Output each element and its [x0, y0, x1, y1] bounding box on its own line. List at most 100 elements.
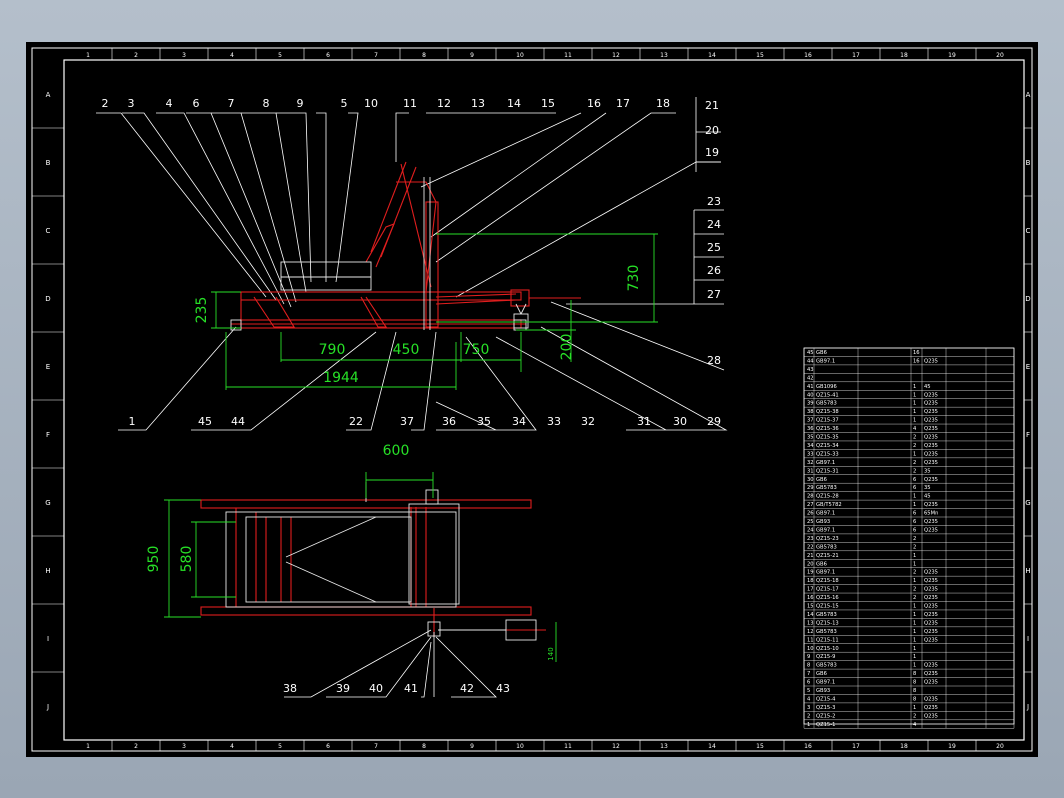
callout-40: 40	[369, 682, 383, 695]
callout-16: 16	[587, 97, 601, 110]
parts-cell: Q235	[924, 604, 938, 610]
parts-cell: QZ15-17	[816, 587, 839, 593]
dimension-730: 730	[626, 265, 642, 292]
parts-cell: 8	[913, 680, 916, 686]
callout-42: 42	[460, 682, 474, 695]
parts-cell: 29	[807, 485, 814, 491]
zone-column-label: 7	[374, 52, 378, 59]
zone-column-label: 2	[134, 743, 138, 750]
zone-column-label: 1	[86, 52, 90, 59]
zone-row-label: H	[1025, 567, 1030, 575]
zone-row-label: A	[46, 91, 51, 99]
parts-cell: QZ15-11	[816, 637, 839, 643]
parts-cell: QZ15-21	[816, 553, 839, 559]
zone-row-label: F	[46, 431, 50, 439]
dimension-140: 140	[547, 647, 555, 660]
dimension-580: 580	[179, 546, 195, 573]
parts-cell: 24	[807, 527, 814, 533]
zone-row-label: D	[1025, 295, 1030, 303]
parts-cell: Q235	[924, 409, 938, 415]
parts-cell: 6	[913, 511, 916, 517]
parts-cell: 9	[807, 654, 810, 660]
parts-cell: 13	[807, 620, 814, 626]
zone-rows-right: A B C D E F G H I J	[1024, 91, 1032, 711]
parts-cell: 14	[807, 612, 814, 618]
callout-6: 6	[193, 97, 200, 110]
drawing-viewport[interactable]: 1 2 3 4 5 6 7 8 9 10 11 12 13 14 15 16 17 18 19 20 12345678…	[26, 42, 1038, 757]
parts-cell: 2	[913, 460, 916, 466]
drawing-frame	[31, 47, 1033, 752]
parts-cell: 6	[807, 680, 810, 686]
parts-cell: 1	[913, 384, 916, 390]
zone-row-label: A	[1026, 91, 1031, 99]
parts-cell: GB97.1	[816, 570, 835, 576]
parts-cell: GB/T5782	[816, 502, 842, 508]
side-view-dimensions: 235 790 450 750 1944 730 200	[194, 265, 642, 386]
parts-cell: Q235	[924, 443, 938, 449]
callout-9: 9	[297, 97, 304, 110]
parts-cell: 45	[807, 350, 814, 356]
zone-column-label: 17	[852, 743, 860, 750]
parts-cell: Q235	[924, 595, 938, 601]
zone-column-label: 5	[278, 52, 282, 59]
parts-cell: 7	[807, 671, 810, 677]
parts-cell: Q235	[924, 519, 938, 525]
parts-cell: 8	[807, 663, 810, 669]
parts-cell: GB6	[816, 561, 827, 567]
zone-column-label: 8	[422, 52, 426, 59]
callout-12: 12	[437, 97, 451, 110]
parts-cell: 1	[913, 612, 916, 618]
zone-column-label: 1	[86, 743, 90, 750]
zone-row-label: J	[46, 703, 49, 711]
zone-row-label: G	[45, 499, 50, 507]
parts-cell: Q235	[924, 570, 938, 576]
parts-cell: 8	[913, 671, 916, 677]
parts-cell: 2	[913, 536, 916, 542]
parts-cell: 26	[807, 511, 814, 517]
zone-column-label: 17	[852, 52, 860, 59]
zone-columns-top: 1 2 3 4 5 6 7 8 9 10 11 12 13 14 15 16 17 18 19 20	[86, 48, 1004, 60]
parts-cell: Q235	[924, 451, 938, 457]
zone-column-label: 11	[564, 52, 572, 59]
callout-38: 38	[283, 682, 297, 695]
callout-33: 33	[547, 415, 561, 428]
parts-cell: GB93	[816, 519, 830, 525]
parts-cell: Q235	[924, 418, 938, 424]
parts-cell: Q235	[924, 578, 938, 584]
parts-cell: Q235	[924, 612, 938, 618]
parts-cell: Q235	[924, 671, 938, 677]
callout-26: 26	[707, 264, 721, 277]
parts-cell: 1	[913, 578, 916, 584]
dimension-1944: 1944	[323, 370, 359, 386]
parts-cell: 11	[807, 637, 814, 643]
callout-23: 23	[707, 195, 721, 208]
parts-cell: GB5783	[816, 629, 837, 635]
parts-cell: GB6	[816, 350, 827, 356]
callout-4: 4	[166, 97, 173, 110]
parts-cell: 19	[807, 570, 814, 576]
callout-18: 18	[656, 97, 670, 110]
parts-cell: Q235	[924, 696, 938, 702]
zone-row-label: D	[45, 295, 50, 303]
parts-cell: 1	[913, 604, 916, 610]
parts-cell: 32	[807, 460, 814, 466]
parts-cell: 33	[807, 451, 814, 457]
zone-column-label: 6	[326, 743, 330, 750]
parts-cell: 34	[807, 443, 814, 449]
callout-28: 28	[707, 354, 721, 367]
zone-column-label: 12	[612, 743, 620, 750]
parts-cell: 37	[807, 418, 814, 424]
zone-column-label: 6	[326, 52, 330, 59]
parts-cell: 25	[807, 519, 814, 525]
parts-cell: Q235	[924, 587, 938, 593]
parts-cell: QZ15-31	[816, 468, 839, 474]
parts-cell: QZ15-37	[816, 418, 839, 424]
callout-31: 31	[637, 415, 651, 428]
zone-row-label: J	[1026, 703, 1029, 711]
parts-cell: QZ15-35	[816, 435, 839, 441]
parts-cell: 22	[807, 544, 814, 550]
parts-cell: 8	[913, 696, 916, 702]
parts-cell: GB97.1	[816, 358, 835, 364]
side-view-callouts-top: 2 3 4 6 7 8 9 5 10 11 12 13 14 15 16 17 18 21 20 19	[102, 97, 720, 159]
parts-cell: GB93	[816, 688, 830, 694]
